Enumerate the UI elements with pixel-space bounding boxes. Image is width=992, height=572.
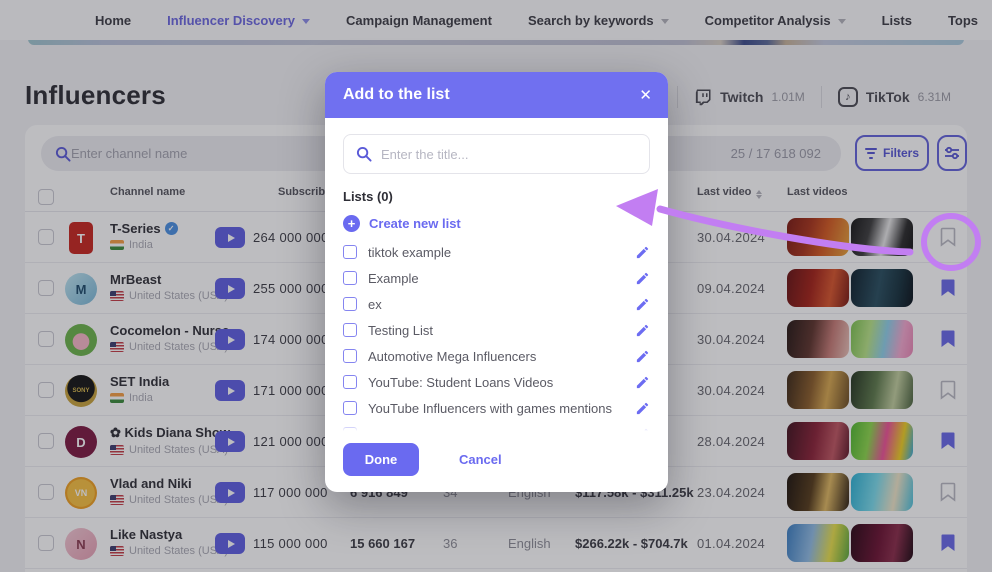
edit-pencil-icon[interactable]: [635, 245, 650, 260]
influencer-discovery-app: Home Influencer Discovery Campaign Manag…: [0, 0, 992, 572]
list-item: YouTube Influencers with games mentions: [343, 395, 650, 421]
edit-pencil-icon[interactable]: [635, 349, 650, 364]
list-checkbox[interactable]: [343, 375, 357, 389]
plus-icon: +: [343, 215, 360, 232]
list-checkbox[interactable]: [343, 245, 357, 259]
modal-footer: Done Cancel: [343, 443, 502, 476]
close-icon[interactable]: ✕: [639, 88, 652, 103]
modal-header: Add to the list ✕: [325, 72, 668, 118]
edit-pencil-icon[interactable]: [635, 323, 650, 338]
lists-scroll-area[interactable]: tiktok example Example ex Testing List: [343, 239, 650, 431]
add-to-list-modal: Add to the list ✕ Lists (0) + Create new…: [325, 72, 668, 492]
done-button[interactable]: Done: [343, 443, 419, 476]
list-item: [343, 421, 650, 431]
list-checkbox[interactable]: [343, 323, 357, 337]
list-title-search[interactable]: [343, 134, 650, 174]
edit-pencil-icon[interactable]: [635, 375, 650, 390]
edit-pencil-icon[interactable]: [635, 427, 650, 432]
list-checkbox[interactable]: [343, 271, 357, 285]
list-checkbox[interactable]: [343, 401, 357, 415]
list-item: Automotive Mega Influencers: [343, 343, 650, 369]
edit-pencil-icon[interactable]: [635, 271, 650, 286]
list-item: Testing List: [343, 317, 650, 343]
create-new-list-button[interactable]: + Create new list: [343, 215, 650, 232]
list-item: Example: [343, 265, 650, 291]
search-icon: [356, 146, 372, 162]
lists-count-label: Lists (0): [343, 189, 650, 204]
edit-pencil-icon[interactable]: [635, 297, 650, 312]
list-item: YouTube: Student Loans Videos: [343, 369, 650, 395]
list-checkbox[interactable]: [343, 427, 357, 431]
edit-pencil-icon[interactable]: [635, 401, 650, 416]
list-checkbox[interactable]: [343, 349, 357, 363]
list-item: tiktok example: [343, 239, 650, 265]
list-item: ex: [343, 291, 650, 317]
modal-title: Add to the list: [343, 86, 450, 104]
cancel-button[interactable]: Cancel: [459, 452, 502, 467]
list-checkbox[interactable]: [343, 297, 357, 311]
list-title-input[interactable]: [381, 147, 637, 162]
